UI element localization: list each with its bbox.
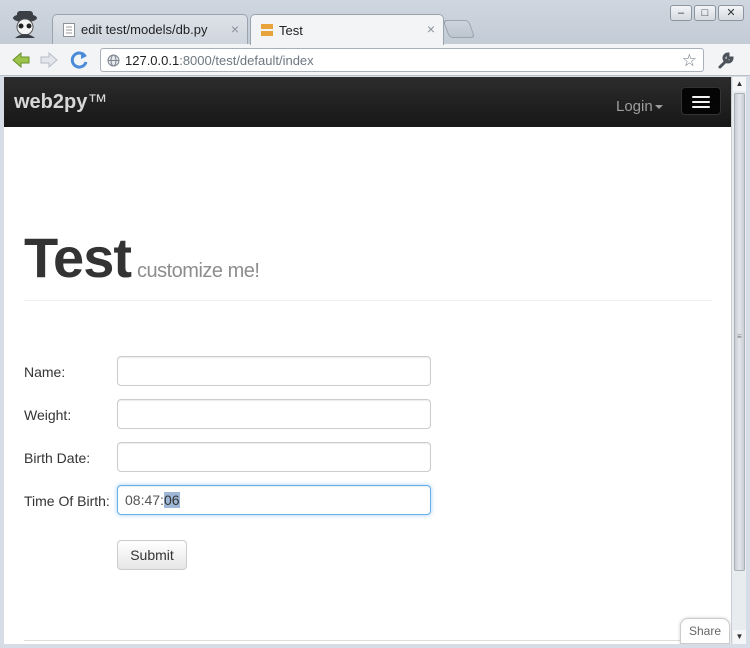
login-dropdown[interactable]: Login [616,98,663,115]
vertical-scrollbar[interactable]: ▲ ≡ ▼ [731,77,746,644]
weight-input[interactable] [117,399,431,429]
back-arrow-icon[interactable] [10,49,32,71]
name-label: Name: [24,364,66,380]
birth-date-input[interactable] [117,442,431,472]
address-bar[interactable]: 127.0.0.1:8000/test/default/index ☆ [100,48,704,72]
new-tab-button[interactable] [442,20,476,38]
scroll-down-arrow-icon[interactable]: ▼ [733,630,746,644]
tab-label: edit test/models/db.py [81,22,208,37]
tab-close-icon[interactable]: × [427,21,435,37]
scroll-up-arrow-icon[interactable]: ▲ [733,77,746,91]
page-title: Test [24,226,132,289]
weight-label: Weight: [24,407,72,423]
birth-date-label: Birth Date: [24,450,91,466]
submit-button[interactable]: Submit [117,540,187,570]
minimize-button[interactable]: – [670,5,692,21]
name-input[interactable] [117,356,431,386]
footer-divider [24,640,712,641]
tab-label: Test [279,22,303,38]
wrench-icon[interactable] [716,50,736,70]
bookmark-star-icon[interactable]: ☆ [682,51,697,71]
forward-arrow-icon[interactable] [38,49,60,71]
login-label: Login [616,98,653,115]
document-icon [63,23,75,37]
url-host: 127.0.0.1 [125,52,180,68]
menu-toggle-button[interactable] [681,87,721,115]
page-subtitle: customize me! [137,260,260,282]
time-of-birth-label: Time Of Birth: [24,493,110,509]
hamburger-icon [692,96,710,98]
time-value-text: 08:47: [125,492,164,508]
time-of-birth-input[interactable]: 08:47:06 [117,485,431,515]
page-header: Test customize me! [24,225,712,301]
scroll-thumb[interactable]: ≡ [734,93,745,571]
tab-close-icon[interactable]: × [231,21,239,37]
page-viewport: web2py™ Login Test customize me! Name: We… [4,77,731,644]
tab-edit-db[interactable]: edit test/models/db.py × [52,14,248,44]
browser-tab-strip: edit test/models/db.py × Test × – □ ✕ [0,0,750,45]
caret-down-icon [654,105,663,110]
site-navbar: web2py™ Login [4,77,731,127]
reload-icon[interactable] [68,49,90,71]
tab-test[interactable]: Test × [250,14,444,45]
time-value-selected-text: 06 [163,492,180,508]
browser-toolbar: 127.0.0.1:8000/test/default/index ☆ [0,44,750,76]
grip-icon: ≡ [737,332,742,341]
window-controls: – □ ✕ [670,5,744,21]
url-path: :8000/test/default/index [179,52,314,68]
close-window-button[interactable]: ✕ [718,5,744,21]
brand-logo[interactable]: web2py™ [14,91,107,114]
incognito-icon [13,11,37,38]
share-button[interactable]: Share [680,618,730,644]
globe-icon [107,54,120,67]
web2py-favicon-icon [261,24,273,36]
maximize-button[interactable]: □ [694,5,716,21]
